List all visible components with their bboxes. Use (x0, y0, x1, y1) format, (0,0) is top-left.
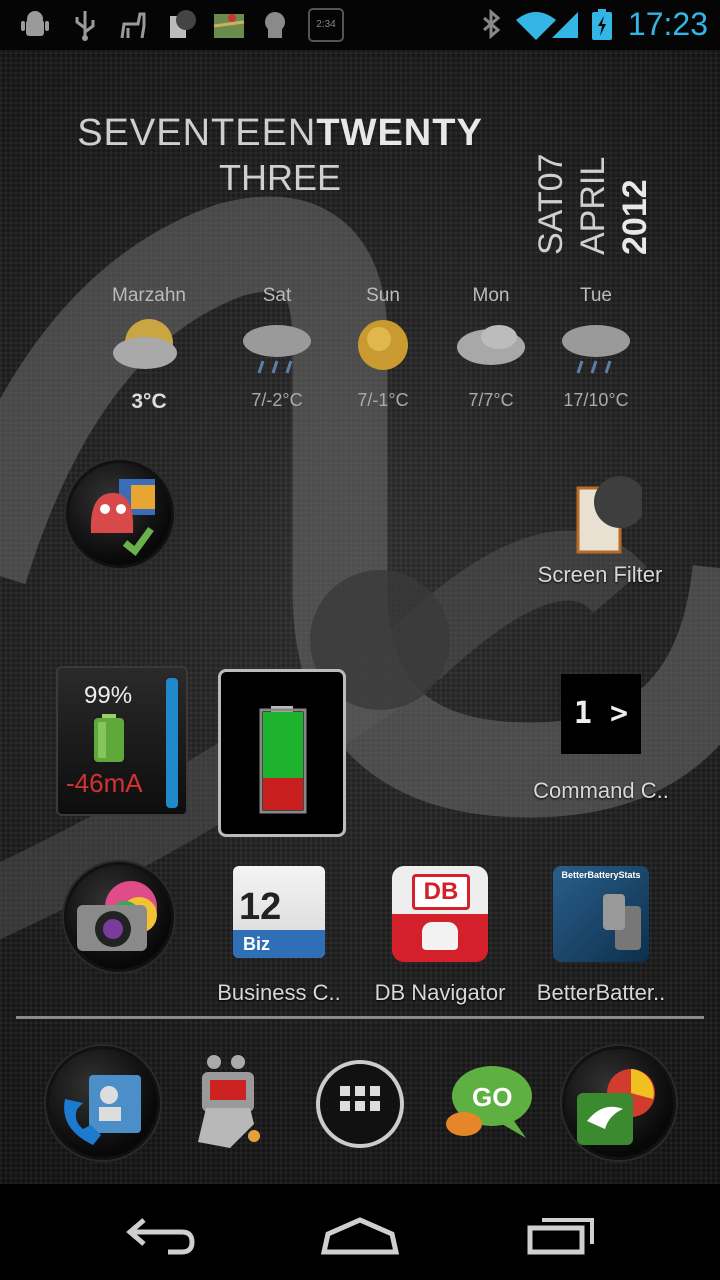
svg-text:GO: GO (472, 1082, 512, 1112)
weather-day[interactable]: Sun 7/-1°C (328, 285, 438, 411)
date-month: APRIL (574, 156, 612, 255)
clock-word-hour: SEVENTEEN (77, 112, 317, 154)
battery-level-bar (166, 678, 178, 808)
dock-contacts-phone[interactable] (46, 1046, 160, 1160)
word-clock-widget[interactable]: SEVENTEENTWENTY THREE (70, 112, 490, 199)
weather-day-temp: 17/10°C (563, 390, 629, 410)
weather-day[interactable]: Mon 7/7°C (436, 285, 546, 411)
dock-sms-robot[interactable] (190, 1052, 270, 1157)
date-widget[interactable]: SAT07 APRIL 2012 (530, 125, 656, 255)
home-button[interactable] (310, 1198, 410, 1268)
maps-icon (213, 14, 245, 38)
weather-current-temp: 3°C (131, 390, 167, 413)
clock-word-minutes: THREE (218, 157, 341, 198)
dock-go-sms[interactable]: GO (442, 1058, 534, 1153)
weather-location: Marzahn (112, 285, 186, 306)
db-navigator-icon: DB (392, 866, 488, 962)
camera-shortcut[interactable] (64, 862, 174, 972)
db-logo: DB (412, 874, 470, 910)
date-year: 2012 (616, 179, 654, 255)
usb-icon (75, 11, 95, 41)
contacts-phone-icon (46, 1046, 160, 1160)
llama-icon (120, 12, 146, 39)
recent-apps-button[interactable] (510, 1198, 610, 1268)
dock-divider (16, 1016, 704, 1019)
battery-percent: 99% (84, 682, 133, 709)
sunny-icon (358, 320, 408, 370)
calendar-sub: Biz (233, 930, 325, 958)
weather-day-name: Mon (472, 285, 510, 306)
app-drawer-button[interactable] (314, 1058, 406, 1155)
cloudy-icon (457, 325, 525, 365)
dock-browser[interactable] (562, 1046, 676, 1160)
clock-word-tens: TWENTY (316, 112, 483, 154)
app-organizer-shortcut[interactable] (66, 460, 174, 568)
back-button[interactable] (110, 1198, 210, 1268)
signal-icon (552, 12, 578, 38)
clock-widget-icon: 2:34 (308, 8, 344, 42)
betterbatterystats-shortcut[interactable]: BetterBatteryStats BetterBatter.. (526, 866, 676, 1006)
app-label: BetterBatter.. (536, 980, 666, 1005)
battery-current: -46mA (66, 768, 143, 798)
app-label: DB Navigator (374, 980, 506, 1005)
weather-day-temp: 7/-1°C (357, 390, 409, 410)
battery-monitor-widget[interactable]: 99% -46mA (56, 666, 188, 816)
bluetooth-icon (483, 8, 501, 40)
weather-day-temp: 7/7°C (468, 390, 514, 410)
app-label: Business C.. (217, 980, 341, 1005)
weather-day[interactable]: Tue 17/10°C (541, 285, 651, 411)
go-sms-icon: GO (446, 1066, 532, 1138)
partly-cloudy-icon (113, 319, 177, 369)
android-debug-icon (21, 11, 49, 36)
battery-gauge-icon (259, 706, 307, 814)
screen-filter-icon (170, 10, 196, 38)
calendar-day: 12 (239, 886, 282, 928)
battery-charging-icon (592, 9, 612, 40)
screen-filter-shortcut[interactable]: Screen Filter (524, 470, 676, 588)
app-organizer-icon (66, 460, 174, 568)
weather-day[interactable]: Sat 7/-2°C (222, 285, 332, 411)
command-center-icon: 1 > (561, 674, 641, 754)
camera-icon (64, 862, 174, 972)
sms-robot-icon (198, 1055, 260, 1148)
weather-day-name: Tue (579, 285, 613, 306)
weather-day-name: Sat (262, 285, 292, 306)
weather-day-temp: 7/-2°C (251, 390, 303, 410)
battery-icon (94, 714, 124, 762)
betterbatterystats-icon: BetterBatteryStats (553, 866, 649, 962)
business-calendar-shortcut[interactable]: 12 Biz Business C.. (208, 866, 350, 1006)
rain-cloud-icon (243, 325, 311, 374)
battery-level-widget[interactable] (218, 669, 346, 837)
business-calendar-icon: 12 Biz (233, 866, 325, 958)
date-day: SAT07 (532, 153, 570, 255)
command-center-shortcut[interactable]: 1 > Command C.. (518, 674, 684, 804)
weather-day-name: Sun (366, 285, 400, 306)
status-bar[interactable]: 2:34 17:23 (0, 0, 720, 51)
bbs-icon-title: BetterBatteryStats (561, 870, 641, 880)
db-navigator-shortcut[interactable]: DB DB Navigator (364, 866, 516, 1006)
screen-filter-icon (576, 476, 642, 554)
app-label: Command C.. (533, 778, 669, 803)
status-clock: 17:23 (627, 6, 708, 42)
app-label: Screen Filter (537, 562, 663, 587)
android-robot-icon (265, 12, 285, 38)
app-drawer-icon (316, 1060, 404, 1148)
weather-current[interactable]: Marzahn 3°C (94, 285, 204, 414)
rain-cloud-icon (562, 325, 630, 374)
browser-icon (562, 1046, 676, 1160)
navigation-bar (0, 1184, 720, 1280)
